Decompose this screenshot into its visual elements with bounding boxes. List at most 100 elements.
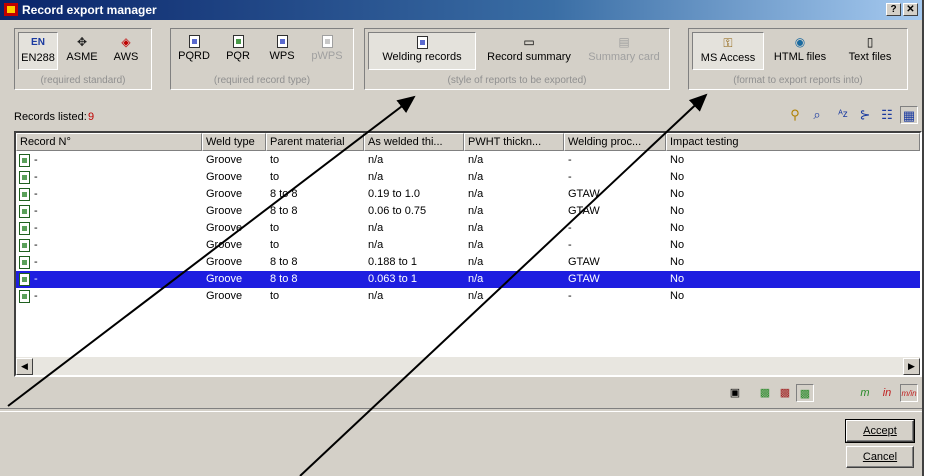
find-user-icon[interactable]: ⚲ [786, 106, 804, 124]
record-type-pwps-button[interactable]: pWPS [306, 32, 348, 70]
table-row[interactable]: - Groove 8 to 8 0.063 to 1 n/a GTAW No [16, 271, 920, 288]
table-cell: Groove [206, 188, 243, 200]
export-both-icon[interactable]: ▩ [796, 384, 814, 402]
column-header-record-no[interactable]: Record N° [16, 133, 202, 151]
summary-card-icon: ▤ [618, 35, 630, 49]
table-cell: No [670, 222, 685, 234]
scroll-left-icon[interactable]: ◀ [16, 358, 33, 375]
record-type-caption: (required record type) [213, 75, 311, 86]
table-cell: n/a [368, 171, 384, 183]
record-icon [19, 222, 30, 235]
table-cell: - [34, 222, 38, 234]
column-header-as-welded-thickness[interactable]: As welded thi... [364, 133, 464, 151]
table-cell: - [34, 256, 38, 268]
table-cell: Groove [206, 171, 243, 183]
calculator-icon[interactable]: ▣ [726, 384, 744, 402]
table-cell: GTAW [568, 273, 600, 285]
table-cell: to [270, 171, 280, 183]
table-cell: 0.06 to 0.75 [368, 205, 427, 217]
table-cell: GTAW [568, 256, 600, 268]
export-red-icon[interactable]: ▩ [776, 384, 794, 402]
style-welding-records-button[interactable]: Welding records [368, 32, 476, 70]
style-summary-card-button[interactable]: ▤ Summary card [581, 32, 667, 70]
table-cell: - [34, 171, 38, 183]
table-cell: to [270, 239, 280, 251]
record-type-pqrd-button[interactable]: PQRD [174, 32, 214, 70]
welding-records-icon [416, 36, 428, 49]
app-icon [4, 3, 18, 16]
report-style-group: Welding records ▭ Record summary ▤ Summa… [364, 28, 670, 90]
records-listed-count: 9 [88, 111, 95, 123]
close-button[interactable]: ✕ [903, 3, 918, 16]
help-button[interactable]: ? [886, 3, 901, 16]
table-row[interactable]: - Groove to n/a n/a - No [16, 152, 920, 169]
table-row[interactable]: - Groove 8 to 8 0.06 to 0.75 n/a GTAW No [16, 203, 920, 220]
window-title: Record export manager [22, 3, 157, 17]
table-cell: n/a [368, 154, 384, 166]
table-cell: Groove [206, 256, 243, 268]
table-cell: No [670, 154, 685, 166]
column-header-parent-material[interactable]: Parent material [266, 133, 364, 151]
column-header-impact-testing[interactable]: Impact testing [666, 133, 920, 151]
table-cell: - [34, 154, 38, 166]
accept-button[interactable]: Accept [845, 419, 915, 443]
records-list[interactable]: Record N° Weld type Parent material As w… [14, 131, 922, 377]
table-cell: 8 to 8 [270, 188, 298, 200]
table-cell: n/a [368, 290, 384, 302]
table-cell: - [568, 154, 572, 166]
grid-view-icon[interactable]: ▦ [900, 106, 918, 124]
title-bar[interactable]: Record export manager ? ✕ [0, 0, 922, 20]
table-cell: n/a [468, 239, 484, 251]
table-row[interactable]: - Groove to n/a n/a - No [16, 237, 920, 254]
unit-both-button[interactable]: m/in [900, 384, 918, 402]
table-cell: n/a [368, 239, 384, 251]
globe-icon: ◉ [794, 35, 806, 49]
format-html-files-button[interactable]: ◉ HTML files [767, 32, 833, 70]
tree-view-icon[interactable]: ⊱ [856, 106, 874, 124]
record-type-pqr-button[interactable]: PQR [218, 32, 258, 70]
record-icon [19, 256, 30, 269]
pwps-icon [321, 35, 333, 48]
column-header-welding-process[interactable]: Welding proc... [564, 133, 666, 151]
format-text-files-button[interactable]: ▯ Text files [836, 32, 904, 70]
format-ms-access-button[interactable]: ⚿ MS Access [692, 32, 764, 70]
table-cell: n/a [468, 205, 484, 217]
table-row[interactable]: - Groove to n/a n/a - No [16, 169, 920, 186]
cancel-button[interactable]: Cancel [846, 446, 914, 468]
table-cell: No [670, 205, 685, 217]
table-cell: No [670, 273, 685, 285]
sort-icon[interactable]: ᴬᴢ [834, 106, 852, 124]
table-row[interactable]: - Groove 8 to 8 0.19 to 1.0 n/a GTAW No [16, 186, 920, 203]
column-header-weld-type[interactable]: Weld type [202, 133, 266, 151]
standard-en288-button[interactable]: EN EN288 [18, 32, 58, 70]
unit-imperial-button[interactable]: in [878, 384, 896, 402]
unit-metric-button[interactable]: m [856, 384, 874, 402]
table-cell: No [670, 239, 685, 251]
table-cell: Groove [206, 290, 243, 302]
table-cell: to [270, 222, 280, 234]
record-type-wps-button[interactable]: WPS [262, 32, 302, 70]
table-row[interactable]: - Groove to n/a n/a - No [16, 220, 920, 237]
table-cell: No [670, 290, 685, 302]
list-view-icon[interactable]: ☷ [878, 106, 896, 124]
table-cell: 0.063 to 1 [368, 273, 417, 285]
aws-icon: ◈ [121, 35, 131, 49]
standard-aws-button[interactable]: ◈ AWS [106, 32, 146, 70]
table-cell: - [568, 171, 572, 183]
standards-caption: (required standard) [40, 75, 126, 86]
style-record-summary-button[interactable]: ▭ Record summary [479, 32, 579, 70]
table-cell: n/a [368, 222, 384, 234]
standard-asme-button[interactable]: ✥ ASME [62, 32, 102, 70]
record-icon [19, 171, 30, 184]
table-row[interactable]: - Groove 8 to 8 0.188 to 1 n/a GTAW No [16, 254, 920, 271]
table-cell: - [568, 239, 572, 251]
table-row[interactable]: - Groove to n/a n/a - No [16, 288, 920, 305]
record-icon [19, 290, 30, 303]
export-green-icon[interactable]: ▩ [756, 384, 774, 402]
table-cell: to [270, 290, 280, 302]
search-icon[interactable]: ⌕ [808, 106, 826, 124]
table-cell: n/a [468, 290, 484, 302]
column-header-pwht-thickness[interactable]: PWHT thickn... [464, 133, 564, 151]
scroll-right-icon[interactable]: ▶ [903, 358, 920, 375]
horizontal-scrollbar[interactable]: ◀ ▶ [16, 356, 920, 375]
